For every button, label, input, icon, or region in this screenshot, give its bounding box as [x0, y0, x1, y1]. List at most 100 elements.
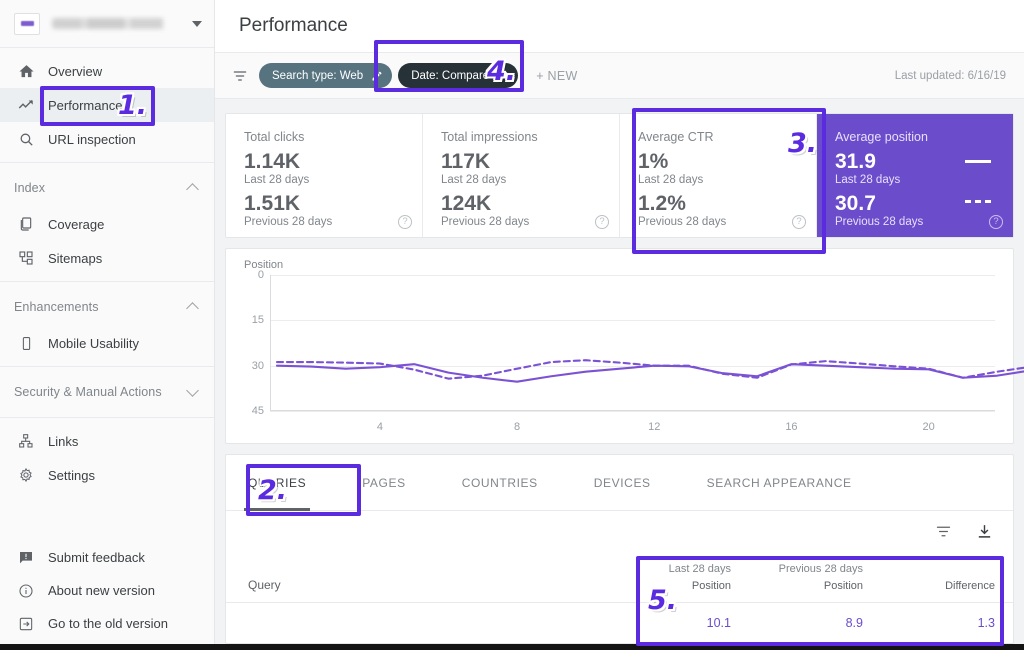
metric-previous-value: 1.51K	[244, 193, 404, 215]
metric-card-average-position[interactable]: Average position 31.9 Last 28 days 30.7 …	[817, 114, 1013, 237]
sidebar-section-header-index[interactable]: Index	[0, 169, 214, 207]
sidebar-section-header-enhancements[interactable]: Enhancements	[0, 288, 214, 326]
column-header-period: Last 28 days	[599, 561, 731, 578]
column-header-metric: Position	[599, 578, 731, 595]
page-title: Performance	[239, 15, 348, 37]
sidebar-item-overview[interactable]: Overview	[0, 54, 214, 88]
metric-previous-value: 1.2%	[638, 193, 798, 215]
tab-label: SEARCH APPEARANCE	[707, 476, 852, 490]
tab-countries[interactable]: COUNTRIES	[462, 455, 538, 511]
metric-label: Total impressions	[441, 130, 601, 144]
sidebar-item-links[interactable]: Links	[0, 424, 214, 458]
y-tick-label: 0	[240, 269, 264, 281]
tab-search-appearance[interactable]: SEARCH APPEARANCE	[707, 455, 852, 511]
sidebar-item-mobile-usability[interactable]: Mobile Usability	[0, 326, 214, 360]
trending-up-icon	[14, 95, 38, 115]
cell-difference: 1.3	[863, 616, 995, 630]
funnel-icon[interactable]	[227, 68, 253, 84]
tab-pages[interactable]: PAGES	[362, 455, 405, 511]
sidebar-primary-nav: Overview Performance URL inspection	[0, 48, 214, 162]
tab-label: QUERIES	[248, 476, 306, 490]
new-filter-button[interactable]: + NEW	[536, 69, 577, 83]
sidebar-item-label: Go to the old version	[48, 616, 168, 631]
y-tick-label: 15	[240, 314, 264, 326]
column-header-period: Previous 28 days	[731, 561, 863, 578]
sidebar: Overview Performance URL inspection Inde…	[0, 0, 215, 650]
y-tick-label: 30	[240, 360, 264, 372]
metric-previous-value: 124K	[441, 193, 601, 215]
sidebar-section-security: Security & Manual Actions	[0, 367, 214, 417]
chart-plot-area: 0153045 481216202428	[240, 275, 999, 435]
column-header-current-position[interactable]: Last 28 days Position	[599, 561, 731, 594]
sidebar-item-about-new-version[interactable]: About new version	[0, 574, 214, 607]
top-bar: Performance	[215, 0, 1024, 52]
sidebar-item-label: Links	[48, 434, 78, 449]
bottom-edge	[0, 644, 1024, 650]
tab-label: COUNTRIES	[462, 476, 538, 490]
help-icon[interactable]: ?	[792, 215, 806, 229]
sidebar-item-sitemaps[interactable]: Sitemaps	[0, 241, 214, 275]
sidebar-item-settings[interactable]: Settings	[0, 458, 214, 492]
tab-label: DEVICES	[594, 476, 651, 490]
column-header-spacer	[863, 561, 995, 578]
y-tick-label: 45	[240, 405, 264, 417]
metric-current-value: 1%	[638, 151, 798, 173]
metric-previous-period: Previous 28 days	[638, 216, 798, 228]
sidebar-item-submit-feedback[interactable]: Submit feedback	[0, 541, 214, 574]
sidebar-item-performance[interactable]: Performance	[0, 88, 214, 122]
gear-icon	[14, 465, 38, 485]
property-logo-icon	[14, 13, 40, 35]
cell-current-position: 10.1	[599, 616, 731, 630]
tab-label: PAGES	[362, 476, 405, 490]
metric-previous-period: Previous 28 days	[441, 216, 601, 228]
chart-y-axis-label: Position	[244, 259, 999, 271]
performance-chart: Position 0153045 481216202428	[225, 248, 1014, 444]
sidebar-item-label: Mobile Usability	[48, 336, 139, 351]
x-tick-label: 4	[377, 421, 383, 433]
main-content: Performance Search type: Web Date: Compa…	[215, 0, 1024, 650]
sidebar-section-header-security[interactable]: Security & Manual Actions	[0, 373, 214, 411]
chevron-down-icon[interactable]	[192, 21, 202, 27]
column-header-previous-position[interactable]: Previous 28 days Position	[731, 561, 863, 594]
chip-date-compare[interactable]: Date: Compare	[398, 63, 518, 88]
column-header-query[interactable]: Query	[248, 578, 599, 594]
filter-icon[interactable]	[935, 523, 952, 540]
sidebar-item-label: Settings	[48, 468, 95, 483]
last-updated-label: Last updated: 6/16/19	[895, 70, 1006, 82]
legend-solid-line	[965, 160, 991, 163]
metric-card-total-impressions[interactable]: Total impressions 117K Last 28 days 124K…	[423, 114, 620, 237]
download-icon[interactable]	[976, 523, 993, 540]
sidebar-item-url-inspection[interactable]: URL inspection	[0, 122, 214, 156]
sidebar-bottom-nav: Submit feedback About new version Go to …	[0, 541, 214, 650]
help-icon[interactable]: ?	[989, 215, 1003, 229]
table-header: Query Last 28 days Position Previous 28 …	[226, 551, 1013, 603]
tab-queries[interactable]: QUERIES	[248, 455, 306, 511]
metric-label: Average CTR	[638, 130, 798, 144]
info-icon	[14, 581, 38, 601]
pages-icon	[14, 214, 38, 234]
sidebar-item-coverage[interactable]: Coverage	[0, 207, 214, 241]
home-icon	[14, 61, 38, 81]
column-header-difference-label: Difference	[863, 578, 995, 595]
metric-current-value: 117K	[441, 151, 601, 173]
metric-card-total-clicks[interactable]: Total clicks 1.14K Last 28 days 1.51K Pr…	[226, 114, 423, 237]
sidebar-item-go-to-old-version[interactable]: Go to the old version	[0, 607, 214, 640]
pencil-icon[interactable]	[371, 70, 383, 82]
help-icon[interactable]: ?	[595, 215, 609, 229]
metric-card-average-ctr[interactable]: Average CTR 1% Last 28 days 1.2% Previou…	[620, 114, 817, 237]
help-icon[interactable]: ?	[398, 215, 412, 229]
filter-bar: Search type: Web Date: Compare + NEW Las…	[215, 52, 1024, 99]
feedback-icon	[14, 548, 38, 568]
chevron-up-icon[interactable]	[186, 181, 200, 195]
tab-devices[interactable]: DEVICES	[594, 455, 651, 511]
section-title: Index	[14, 181, 186, 195]
chevron-up-icon[interactable]	[186, 300, 200, 314]
pencil-icon[interactable]	[497, 70, 509, 82]
chip-search-type[interactable]: Search type: Web	[259, 63, 392, 88]
section-title: Security & Manual Actions	[14, 385, 186, 399]
metric-previous-period: Previous 28 days	[244, 216, 404, 228]
column-header-difference[interactable]: Difference	[863, 561, 995, 594]
chevron-down-icon[interactable]	[186, 385, 200, 399]
table-row[interactable]: 10.1 8.9 1.3	[226, 603, 1013, 643]
property-selector[interactable]	[0, 0, 214, 48]
